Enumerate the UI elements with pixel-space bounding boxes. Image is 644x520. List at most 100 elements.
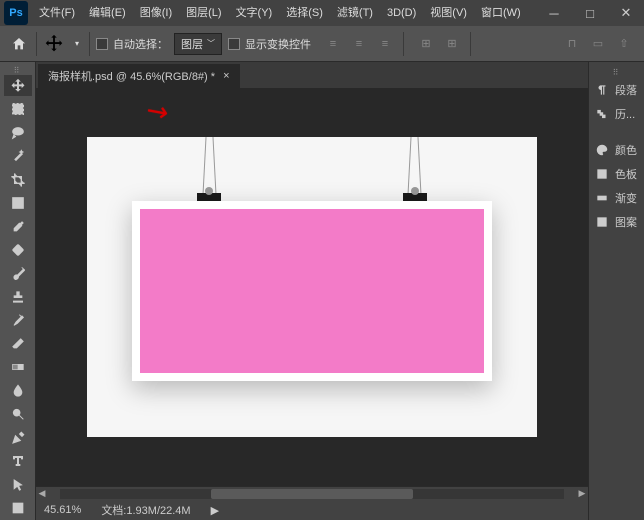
checkbox-icon — [96, 38, 108, 50]
frame-tool[interactable] — [4, 192, 32, 213]
lasso-tool[interactable] — [4, 122, 32, 143]
artboard — [87, 137, 537, 437]
menu-view[interactable]: 视图(V) — [423, 0, 474, 26]
document-tabs: 海报样机.psd @ 45.6%(RGB/8#) * × — [36, 62, 588, 88]
app-logo: Ps — [4, 1, 28, 25]
stamp-tool[interactable] — [4, 286, 32, 307]
align-group: ≡ ≡ ≡ — [321, 33, 397, 55]
menu-3d[interactable]: 3D(D) — [380, 0, 423, 26]
document-tab[interactable]: 海报样机.psd @ 45.6%(RGB/8#) * × — [38, 64, 240, 88]
panel-patterns[interactable]: 图案 — [589, 210, 644, 234]
options-bar: ▾ 自动选择： 图层 ﹀ 显示变换控件 ≡ ≡ ≡ ⊞ ⊞ ⊓ ▭ ⇧ — [0, 26, 644, 62]
panel-paragraph[interactable]: 段落 — [589, 78, 644, 102]
mode-icon[interactable]: ▭ — [586, 33, 610, 55]
poster-content — [140, 209, 484, 373]
panel-label: 段落 — [615, 82, 637, 98]
panel-label: 渐变 — [615, 190, 637, 206]
type-tool[interactable] — [4, 451, 32, 472]
wand-tool[interactable] — [4, 145, 32, 166]
shape-tool[interactable] — [4, 497, 32, 518]
distribute-icon[interactable]: ⊞ — [414, 33, 438, 55]
blur-tool[interactable] — [4, 380, 32, 401]
tools-panel: ⠿ — [0, 62, 36, 520]
menu-window[interactable]: 窗口(W) — [474, 0, 528, 26]
panel-handle[interactable]: ⠿ — [3, 66, 33, 74]
marquee-tool[interactable] — [4, 98, 32, 119]
dropdown-chevron-icon[interactable]: ▾ — [71, 33, 83, 55]
menu-filter[interactable]: 滤镜(T) — [330, 0, 380, 26]
annotation-arrow-icon: ↘ — [139, 93, 175, 131]
zoom-value[interactable]: 45.61% — [44, 504, 81, 516]
panel-label: 历... — [615, 106, 635, 122]
panel-history[interactable]: 历... — [589, 102, 644, 126]
move-tool[interactable] — [4, 75, 32, 96]
scroll-track[interactable] — [60, 489, 564, 499]
gradient-tool[interactable] — [4, 357, 32, 378]
horizontal-scrollbar[interactable]: ◀ ▶ — [36, 486, 588, 500]
home-icon[interactable] — [8, 33, 30, 55]
menu-edit[interactable]: 编辑(E) — [82, 0, 133, 26]
dropdown-value: 图层 — [181, 36, 203, 52]
scroll-right-icon[interactable]: ▶ — [576, 488, 588, 499]
distribute-group: ⊞ ⊞ — [414, 33, 464, 55]
menu-file[interactable]: 文件(F) — [32, 0, 82, 26]
crop-tool[interactable] — [4, 169, 32, 190]
align-icon[interactable]: ≡ — [347, 33, 371, 55]
panel-swatches[interactable]: 色板 — [589, 162, 644, 186]
eraser-tool[interactable] — [4, 333, 32, 354]
minimize-button[interactable]: ─ — [536, 0, 572, 26]
divider — [403, 32, 404, 56]
scroll-thumb[interactable] — [211, 489, 413, 499]
canvas[interactable]: ↘ — [36, 88, 588, 486]
status-arrow-icon[interactable]: ▶ — [211, 504, 219, 517]
panel-label: 颜色 — [615, 142, 637, 158]
panel-label: 色板 — [615, 166, 637, 182]
status-bar: 45.61% 文档:1.93M/22.4M ▶ — [36, 500, 588, 520]
move-tool-icon[interactable] — [43, 33, 65, 55]
align-icon[interactable]: ≡ — [321, 33, 345, 55]
main-menu: 文件(F) 编辑(E) 图像(I) 图层(L) 文字(Y) 选择(S) 滤镜(T… — [32, 0, 528, 26]
poster-frame — [132, 201, 492, 381]
align-icon[interactable]: ≡ — [373, 33, 397, 55]
pen-tool[interactable] — [4, 427, 32, 448]
checkbox-icon — [228, 38, 240, 50]
title-bar: Ps 文件(F) 编辑(E) 图像(I) 图层(L) 文字(Y) 选择(S) 滤… — [0, 0, 644, 26]
transform-controls-label: 显示变换控件 — [245, 36, 311, 52]
auto-select-dropdown[interactable]: 图层 ﹀ — [174, 33, 222, 55]
eyedropper-tool[interactable] — [4, 216, 32, 237]
divider — [470, 32, 471, 56]
healing-tool[interactable] — [4, 239, 32, 260]
panel-color[interactable]: 颜色 — [589, 138, 644, 162]
divider — [89, 32, 90, 56]
window-controls: ─ □ ✕ — [536, 0, 644, 26]
panel-gradients[interactable]: 渐变 — [589, 186, 644, 210]
chevron-down-icon: ﹀ — [207, 38, 215, 49]
tab-title: 海报样机.psd @ 45.6%(RGB/8#) * — [48, 68, 215, 84]
divider — [36, 32, 37, 56]
path-select-tool[interactable] — [4, 474, 32, 495]
menu-image[interactable]: 图像(I) — [133, 0, 179, 26]
wire — [212, 137, 216, 195]
menu-type[interactable]: 文字(Y) — [229, 0, 280, 26]
auto-select-checkbox[interactable]: 自动选择： — [96, 36, 168, 52]
doc-size[interactable]: 文档:1.93M/22.4M — [101, 502, 190, 518]
mode-icon[interactable]: ⊓ — [560, 33, 584, 55]
scroll-left-icon[interactable]: ◀ — [36, 488, 48, 499]
auto-select-label: 自动选择： — [113, 36, 168, 52]
maximize-button[interactable]: □ — [572, 0, 608, 26]
close-button[interactable]: ✕ — [608, 0, 644, 26]
wire — [407, 137, 411, 195]
workspace: ⠿ 海报样机.psd @ 45.6%(RGB/8#) * × ↘ — [0, 62, 644, 520]
wire — [202, 137, 206, 195]
tab-close-icon[interactable]: × — [223, 70, 229, 82]
dodge-tool[interactable] — [4, 404, 32, 425]
panel-label: 图案 — [615, 214, 637, 230]
distribute-icon[interactable]: ⊞ — [440, 33, 464, 55]
menu-layer[interactable]: 图层(L) — [179, 0, 228, 26]
brush-tool[interactable] — [4, 263, 32, 284]
panel-handle[interactable]: ⠿ — [589, 68, 644, 78]
share-icon[interactable]: ⇧ — [612, 33, 636, 55]
history-brush-tool[interactable] — [4, 310, 32, 331]
menu-select[interactable]: 选择(S) — [279, 0, 330, 26]
transform-controls-checkbox[interactable]: 显示变换控件 — [228, 36, 311, 52]
